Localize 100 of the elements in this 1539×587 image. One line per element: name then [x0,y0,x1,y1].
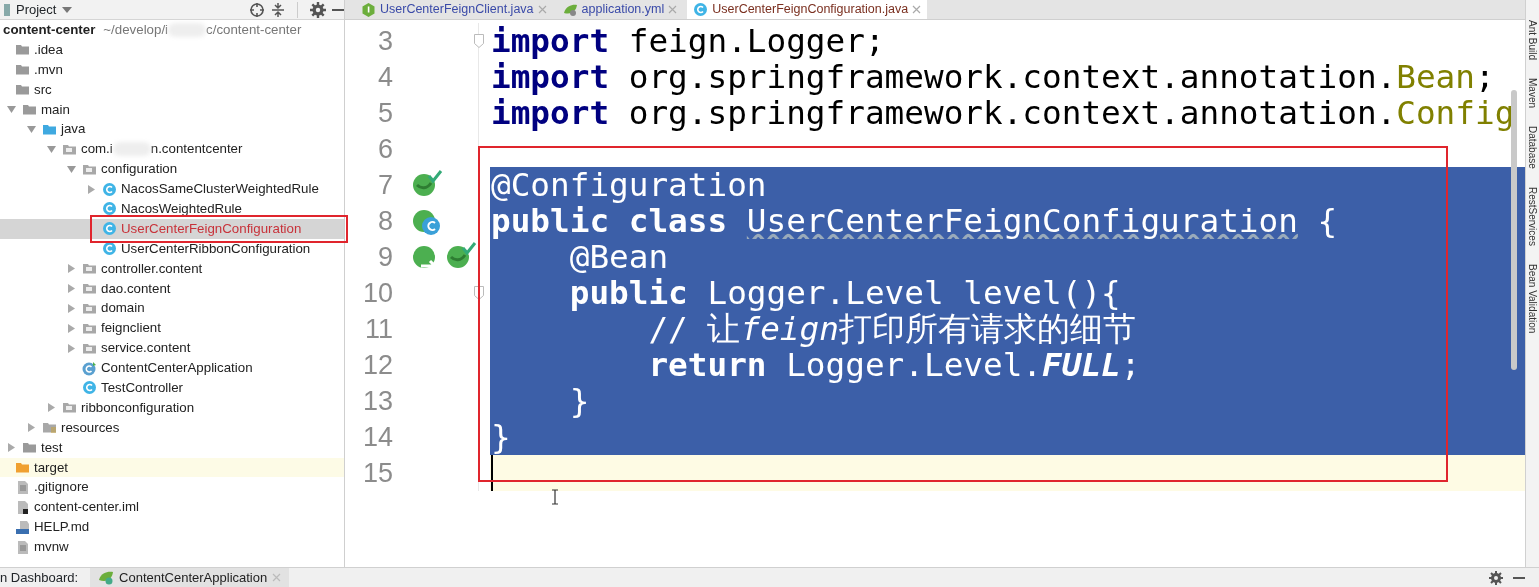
text-cursor-icon [551,489,559,505]
expanded-arrow-icon[interactable] [27,124,36,134]
expanded-arrow-icon[interactable] [67,164,76,174]
collapsed-arrow-icon[interactable] [7,443,16,453]
tree-item[interactable]: service.content [0,338,344,359]
file-icon [15,499,30,515]
collapsed-arrow-icon[interactable] [67,264,76,274]
expanded-arrow-icon[interactable] [7,105,16,114]
class-icon [82,380,97,396]
tree-item[interactable]: controller.content [0,258,344,279]
tree-label: feignclient [101,319,161,338]
dashboard-tab[interactable]: ContentCenterApplication [90,567,290,587]
panel-title: Project [16,0,57,19]
collapsed-arrow-icon[interactable] [67,303,76,313]
folder-icon [15,460,30,476]
code-line: import org.springframework.context.annotation.Config [490,95,1516,131]
collapse-all-icon[interactable] [271,1,285,18]
folder-icon [42,420,57,436]
line-number: 6 [376,132,393,166]
settings-icon[interactable] [1489,570,1503,585]
leaf-icon [562,2,578,17]
package-icon [82,281,97,296]
project-name[interactable]: content-center [3,20,96,40]
tree-item[interactable]: domain [0,298,344,319]
tree-item[interactable]: NacosSameClusterWeightedRule [0,179,344,199]
tree-label: mvnw [34,538,69,557]
tree-item[interactable]: src [0,79,344,100]
tree-item[interactable]: target [0,457,344,478]
scrollbar-thumb[interactable] [1511,90,1517,370]
line-number: 12 [361,348,393,382]
tool-window-tab[interactable]: Bean Validation [1525,263,1539,334]
tree-item[interactable]: mvnw [0,537,344,558]
collapsed-arrow-icon[interactable] [27,423,36,433]
collapsed-arrow-icon[interactable] [87,184,96,194]
collapsed-arrow-icon[interactable] [67,343,76,353]
editor-tab[interactable]: application.yml [556,0,684,19]
project-icon [4,3,10,16]
class-icon [102,221,117,237]
close-icon[interactable] [912,5,922,14]
tree-label: NacosWeightedRule [121,200,242,218]
line-number: 14 [361,420,393,454]
tool-window-tab[interactable]: Database [1525,126,1539,169]
interface-icon [361,2,376,17]
tree-item[interactable]: main [0,99,344,120]
tree-item[interactable]: resources [0,417,344,438]
tree-label: resources [61,418,120,437]
class-icon [102,201,117,217]
collapsed-arrow-icon[interactable] [47,403,56,413]
target-icon[interactable] [249,1,265,18]
line-number: 15 [361,456,393,490]
tree-label: dao.content [101,279,171,298]
tree-item[interactable]: configuration [0,159,344,180]
close-icon[interactable] [272,573,282,582]
tree-item[interactable]: dao.content [0,278,344,299]
editor-tab[interactable]: UserCenterFeignClient.java [355,0,553,19]
tree-item[interactable]: .idea [0,39,344,60]
tree-item[interactable]: .gitignore [0,477,344,498]
tree-item[interactable]: feignclient [0,318,344,339]
tree-label: controller.content [101,259,203,278]
tree-item[interactable]: ribbonconfiguration [0,397,344,418]
tool-window-tab[interactable]: Ant Build [1525,20,1539,61]
tree-item[interactable]: HELP.md [0,517,344,538]
package-icon [82,261,97,277]
settings-icon[interactable] [310,1,326,18]
file-icon [15,539,30,555]
tree-item[interactable]: content-center.iml [0,497,344,518]
tool-window-tab[interactable]: Maven [1525,78,1539,109]
tree-label: content-center.iml [34,498,139,517]
dropdown-caret-icon[interactable] [62,6,73,13]
tool-window-tab[interactable]: RestServices [1525,186,1539,246]
class-icon [693,2,709,17]
dashboard-label: n Dashboard: [0,568,79,587]
tree-label: service.content [101,339,191,358]
editor-tab[interactable]: UserCenterFeignConfiguration.java [687,0,928,19]
tree-item[interactable]: test [0,437,344,458]
tree-label: main [41,100,70,119]
tree-item[interactable]: NacosWeightedRule [0,199,344,219]
tree-item[interactable]: UserCenterRibbonConfiguration [0,238,344,259]
fold-marker-icon[interactable] [474,286,484,300]
tree-item[interactable]: UserCenterFeignConfiguration [0,218,344,239]
tree-label: NacosSameClusterWeightedRule [121,180,319,199]
close-icon[interactable] [668,5,678,14]
tree-label: UserCenterFeignConfiguration [121,219,302,238]
text-cursor [491,455,493,491]
tree-item[interactable]: com.i n.contentcenter [0,139,344,160]
tree-label: com.i [81,140,113,159]
tree-label: target [34,458,68,477]
close-icon[interactable] [537,5,547,14]
tree-item[interactable]: ContentCenterApplication [0,358,344,379]
tree-label: .idea [34,40,63,59]
line-number: 13 [361,384,393,418]
tree-item[interactable]: java [0,119,344,140]
expanded-arrow-icon[interactable] [47,144,56,154]
tree-item[interactable]: TestController [0,378,344,398]
minimize-icon[interactable] [332,7,344,12]
collapsed-arrow-icon[interactable] [67,284,76,293]
fold-marker-icon[interactable] [474,34,484,48]
collapsed-arrow-icon[interactable] [67,323,76,333]
tree-label: java [61,120,86,139]
tree-item[interactable]: .mvn [0,59,344,80]
